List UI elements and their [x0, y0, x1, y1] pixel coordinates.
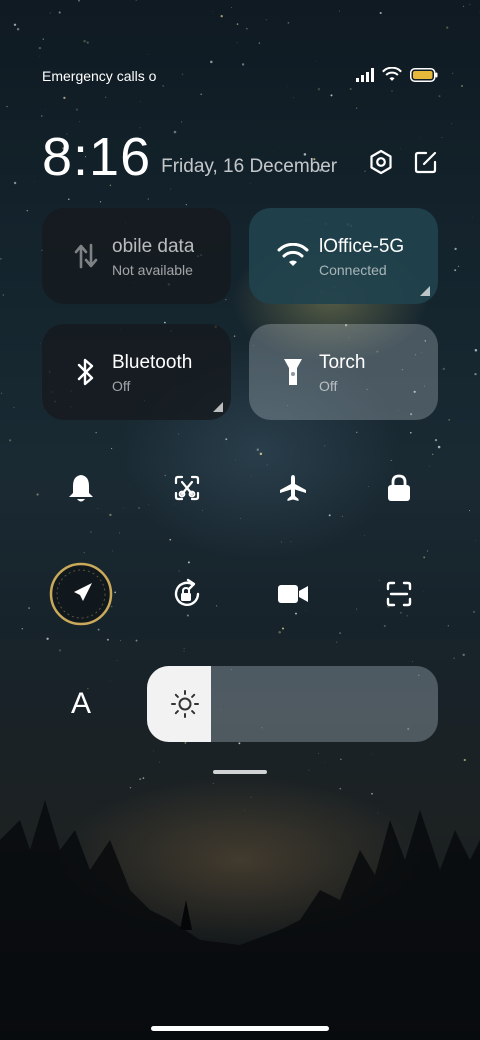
edit-icon[interactable] [414, 150, 438, 179]
bell-icon[interactable] [42, 449, 120, 527]
expand-corner-icon[interactable] [213, 402, 223, 412]
wifi-tile[interactable]: lOffice-5G Connected [249, 208, 438, 304]
mobile-data-sublabel: Not available [112, 261, 193, 278]
airplane-icon[interactable] [254, 449, 332, 527]
lock-icon[interactable] [360, 449, 438, 527]
mobile-data-label: obile data [112, 235, 195, 257]
carrier-text: Emergency calls o [42, 68, 157, 84]
quick-toggles-row-1 [42, 449, 438, 527]
torch-label: Torch [319, 351, 366, 373]
quick-toggles-row-2 [42, 555, 438, 633]
location-icon[interactable] [42, 555, 120, 633]
panel-drag-handle[interactable] [213, 770, 267, 774]
torch-status: Off [319, 377, 338, 394]
battery-icon [410, 67, 438, 85]
video-camera-icon[interactable] [254, 555, 332, 633]
tree-silhouette [0, 800, 480, 1040]
torch-tile[interactable]: Torch Off [249, 324, 438, 420]
home-indicator[interactable] [151, 1026, 329, 1031]
wifi-status: Connected [319, 261, 387, 278]
mobile-data-tile[interactable]: obile data Not available [42, 208, 231, 304]
wifi-tile-icon [269, 232, 317, 280]
wifi-icon [382, 66, 402, 86]
bluetooth-tile[interactable]: Bluetooth Off [42, 324, 231, 420]
signal-icon [356, 67, 374, 85]
expand-corner-icon[interactable] [420, 286, 430, 296]
clock-row: 8:16 Friday, 16 December [42, 124, 438, 184]
wifi-network-label: lOffice-5G [319, 235, 405, 257]
bluetooth-label: Bluetooth [112, 351, 193, 373]
bluetooth-icon [62, 348, 110, 396]
clock-time: 8:16 [42, 127, 152, 187]
brightness-slider[interactable] [147, 666, 438, 742]
clock-date: Friday, 16 December [161, 156, 338, 177]
screenshot-icon[interactable] [148, 449, 226, 527]
bluetooth-status: Off [112, 377, 131, 394]
rotation-lock-icon[interactable] [148, 555, 226, 633]
font-size-button[interactable]: A [56, 676, 106, 732]
mobile-data-icon [62, 232, 110, 280]
settings-icon[interactable] [368, 149, 394, 180]
scan-icon[interactable] [360, 555, 438, 633]
torch-icon [269, 348, 317, 396]
status-bar: Emergency calls o [42, 66, 438, 86]
brightness-icon [171, 690, 199, 718]
